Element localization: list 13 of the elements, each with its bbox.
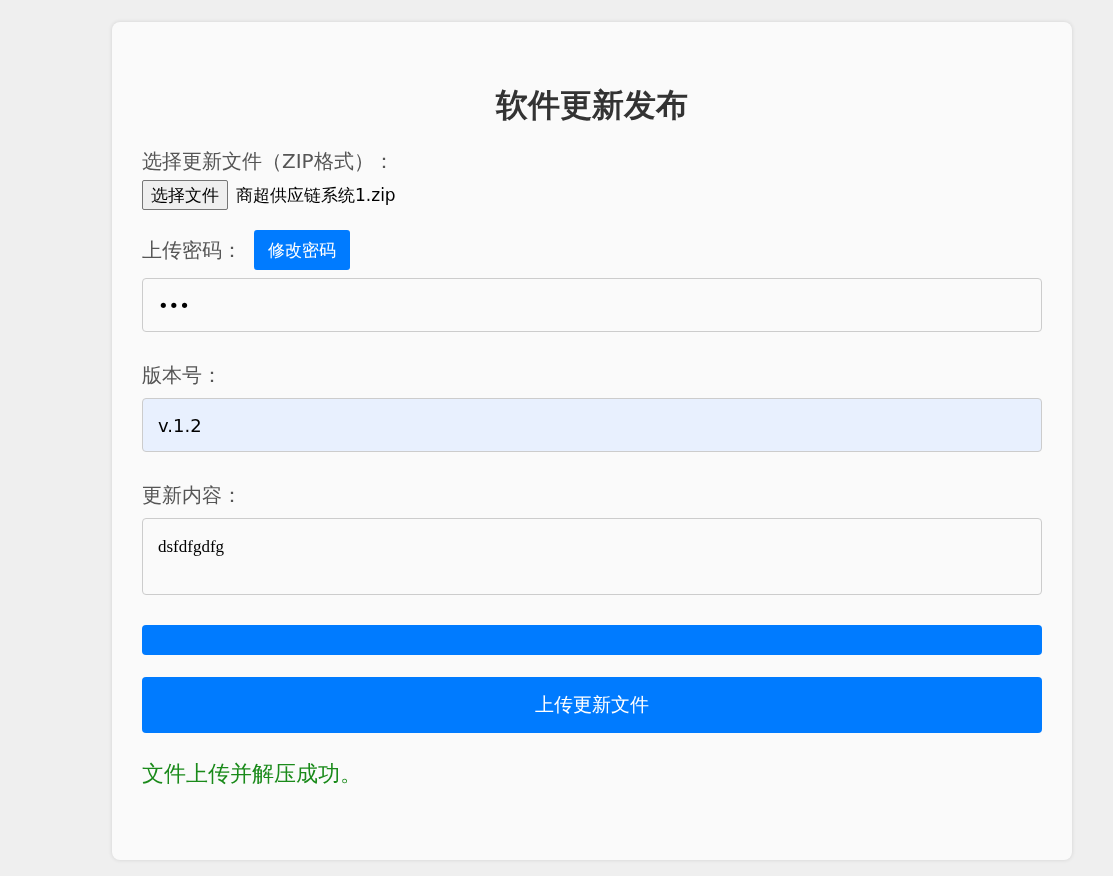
- file-label: 选择更新文件（ZIP格式）：: [142, 148, 395, 175]
- choose-file-button[interactable]: 选择文件: [142, 180, 228, 210]
- notes-label: 更新内容：: [142, 482, 243, 509]
- change-password-button[interactable]: 修改密码: [254, 230, 350, 270]
- notes-textarea[interactable]: dsfdfgdfg: [142, 518, 1042, 595]
- page-title: 软件更新发布: [494, 85, 689, 126]
- file-name: 商超供应链系统1.zip: [236, 183, 396, 207]
- upload-button[interactable]: 上传更新文件: [142, 677, 1042, 733]
- password-field[interactable]: •••: [142, 278, 1042, 332]
- version-label: 版本号：: [142, 362, 223, 389]
- password-label: 上传密码：: [142, 237, 242, 264]
- status-message: 文件上传并解压成功。: [142, 760, 363, 788]
- version-field[interactable]: v.1.2: [142, 398, 1042, 452]
